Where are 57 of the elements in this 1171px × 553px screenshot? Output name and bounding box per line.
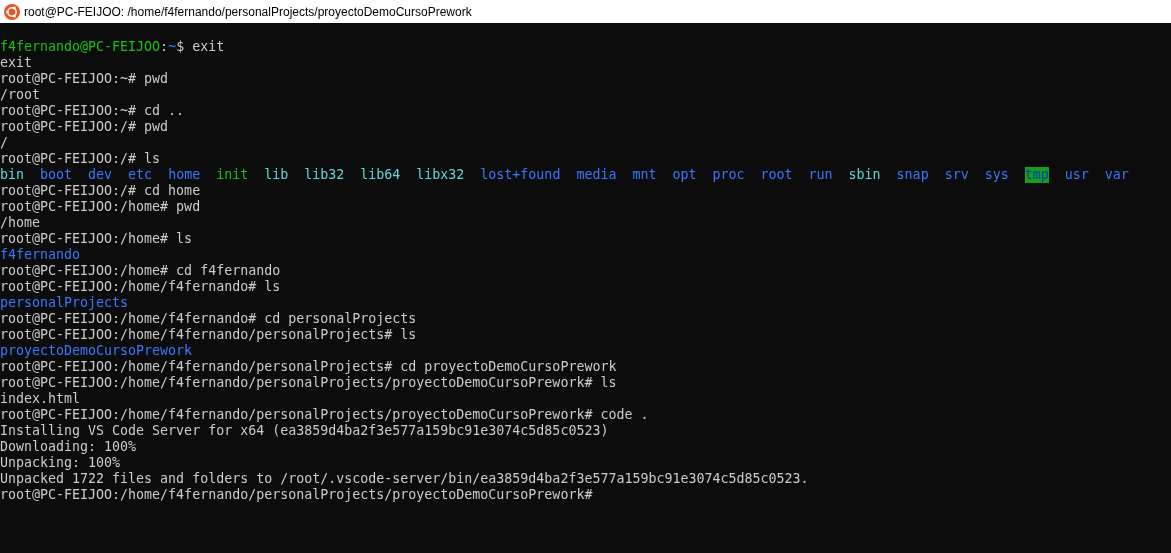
directory-name: root — [760, 167, 793, 183]
directory-name: opt — [672, 167, 697, 183]
terminal-text: $ exit — [176, 39, 225, 55]
terminal-text: : — [160, 39, 169, 55]
terminal-line: root@PC-FEIJOO:/home/f4fernando/personalProjects# ls — [0, 327, 417, 343]
terminal-line: /home — [0, 215, 41, 231]
link-name: bin — [0, 167, 25, 183]
directory-name: var — [1104, 167, 1129, 183]
terminal-line: root@PC-FEIJOO:/home# ls — [0, 231, 193, 247]
directory-name: mnt — [632, 167, 657, 183]
directory-name: snap — [896, 167, 929, 183]
directory-name: run — [808, 167, 833, 183]
prompt-user: f4fernando@PC-FEIJOO — [0, 39, 161, 55]
terminal-line: root@PC-FEIJOO:/home# pwd — [0, 199, 201, 215]
link-name: lib — [264, 167, 289, 183]
terminal-line: root@PC-FEIJOO:/# pwd — [0, 119, 169, 135]
directory-name: dev — [88, 167, 113, 183]
link-name: lib64 — [360, 167, 401, 183]
prompt-path: ~ — [168, 39, 177, 55]
terminal-line: root@PC-FEIJOO:/home/f4fernando/personalProjects# cd proyectoDemoCursoPrework — [0, 359, 617, 375]
terminal-line: root@PC-FEIJOO:/home# cd f4fernando — [0, 263, 281, 279]
link-name: lib32 — [304, 167, 345, 183]
terminal-line: root@PC-FEIJOO:~# pwd — [0, 71, 169, 87]
terminal-line: Unpacking: 100% — [0, 455, 121, 471]
directory-name: srv — [944, 167, 969, 183]
sticky-directory-name: tmp — [1024, 167, 1049, 183]
directory-name: proc — [712, 167, 745, 183]
directory-name: etc — [128, 167, 153, 183]
directory-name: home — [168, 167, 201, 183]
terminal-line: root@PC-FEIJOO:/home/f4fernando/personalProjects/proyectoDemoCursoPrework# code . — [0, 407, 649, 423]
executable-name: init — [216, 167, 249, 183]
directory-name: boot — [40, 167, 73, 183]
terminal-line: Installing VS Code Server for x64 (ea3859d4ba2f3e577a159bc91e3074c5d85c0523) — [0, 423, 609, 439]
terminal-text: index.html — [0, 391, 81, 407]
terminal-line: Downloading: 100% — [0, 439, 137, 455]
link-name: sbin — [848, 167, 881, 183]
terminal-line: root@PC-FEIJOO:/# cd home — [0, 183, 201, 199]
directory-name: f4fernando — [0, 247, 81, 263]
terminal-line: /root — [0, 87, 41, 103]
terminal-line: exit — [0, 55, 33, 71]
terminal-line: / — [0, 135, 8, 151]
terminal-line: root@PC-FEIJOO:/home/f4fernando/personalProjects/proyectoDemoCursoPrework# ls — [0, 375, 617, 391]
directory-name: personalProjects — [0, 295, 129, 311]
directory-name: usr — [1064, 167, 1089, 183]
terminal-line: root@PC-FEIJOO:~# cd .. — [0, 103, 185, 119]
directory-name: proyectoDemoCursoPrework — [0, 343, 193, 359]
circle-logo-icon — [4, 3, 20, 20]
terminal-line: root@PC-FEIJOO:/home/f4fernando# ls — [0, 279, 281, 295]
link-name: libx32 — [416, 167, 465, 183]
terminal-line: root@PC-FEIJOO:/# ls — [0, 151, 161, 167]
terminal-line: root@PC-FEIJOO:/home/f4fernando/personalProjects/proyectoDemoCursoPrework# — [0, 487, 593, 503]
directory-name: lost+found — [480, 167, 561, 183]
window-title: root@PC-FEIJOO: /home/f4fernando/personalProjects/proyectoDemoCursoPrework — [24, 4, 472, 19]
directory-name: sys — [984, 167, 1009, 183]
terminal-line: root@PC-FEIJOO:/home/f4fernando# cd personalProjects — [0, 311, 417, 327]
terminal-line: Unpacked 1722 files and folders to /root/.vscode-server/bin/ea3859d4ba2f3e577a159bc91e3074c5d85c0523. — [0, 471, 809, 487]
directory-name: media — [576, 167, 617, 183]
